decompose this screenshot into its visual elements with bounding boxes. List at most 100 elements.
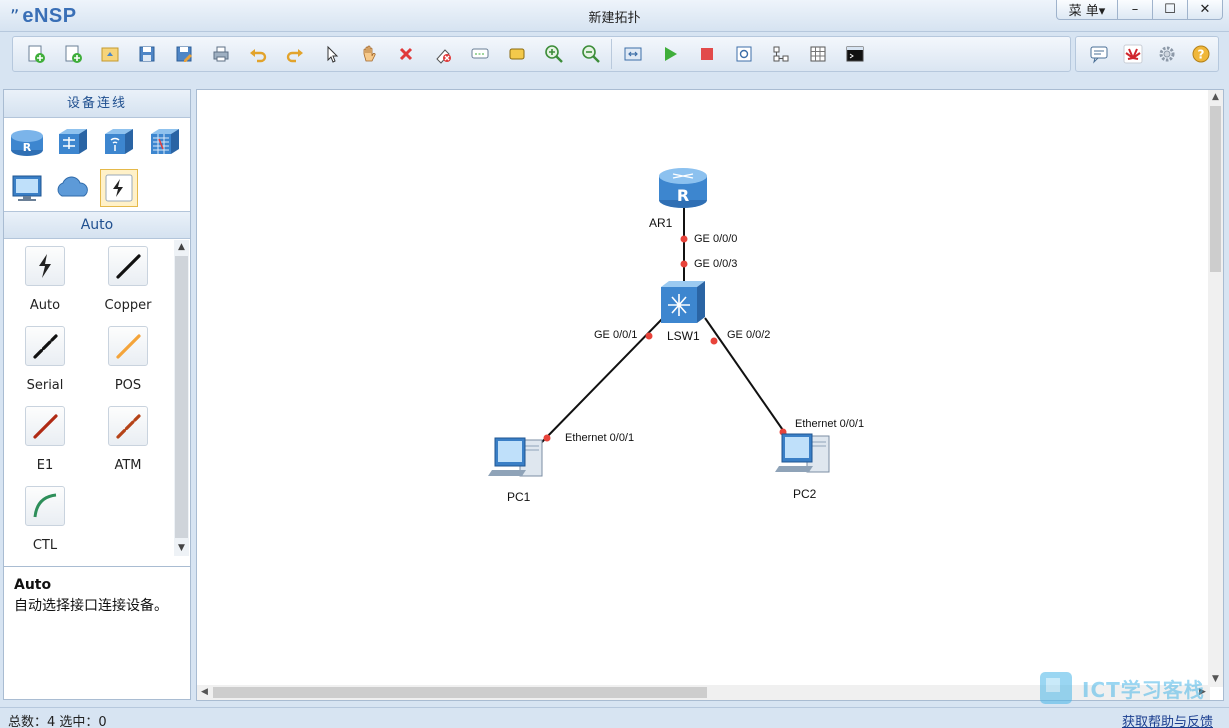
cable-label: CTL	[32, 538, 58, 553]
cable-item-e1[interactable]: E1	[10, 406, 80, 473]
settings-button[interactable]	[1150, 39, 1184, 69]
cable-section-title: Auto	[4, 211, 190, 239]
router-icon: R	[11, 130, 43, 156]
cable-item-atm[interactable]: ATM	[93, 406, 163, 473]
print-icon	[213, 46, 228, 62]
text-note-button[interactable]	[461, 39, 498, 69]
open-button[interactable]	[91, 39, 128, 69]
scroll-up-icon[interactable]: ▲	[174, 240, 189, 255]
zoom-reset-icon	[581, 45, 600, 63]
topology-tool-button[interactable]	[762, 39, 799, 69]
capture-button[interactable]	[725, 39, 762, 69]
pc2-label: PC2	[793, 487, 817, 501]
help-feedback-link[interactable]: 获取帮助与反馈	[1122, 711, 1213, 728]
scroll-down-icon[interactable]: ▼	[1208, 672, 1223, 687]
palette-icon	[509, 48, 524, 60]
ar1-label: AR1	[649, 216, 673, 230]
eraser-icon	[435, 49, 451, 64]
scroll-left-icon[interactable]: ◀	[197, 685, 212, 700]
router-category[interactable]: R	[8, 123, 46, 161]
cloud-category[interactable]	[54, 169, 92, 207]
canvas-vertical-scrollbar[interactable]: ▲ ▼	[1208, 90, 1223, 687]
switch-lsw1[interactable]	[661, 281, 705, 323]
stop-icon	[700, 48, 713, 60]
delete-button[interactable]	[387, 39, 424, 69]
select-button[interactable]	[313, 39, 350, 69]
huawei-logo-icon	[1123, 44, 1143, 64]
help-button[interactable]: ?	[1184, 39, 1218, 69]
topology-canvas[interactable]: R AR1 LSW1 PC1 PC2 GE 0/0/0 GE 0/0/3 GE …	[196, 89, 1224, 701]
cable-item-ctl[interactable]: CTL	[10, 486, 80, 553]
lightning-icon	[105, 174, 133, 202]
connection-category[interactable]	[100, 169, 138, 207]
pc-pc1[interactable]	[488, 437, 543, 477]
router-ar1[interactable]: R	[659, 168, 707, 208]
fit-button[interactable]	[614, 39, 651, 69]
ensp-logo-icon: ˮ	[10, 6, 20, 27]
cable-label: Serial	[26, 378, 64, 393]
new-lab-icon	[65, 45, 82, 63]
undo-icon	[249, 49, 266, 63]
new-lab-button[interactable]	[54, 39, 91, 69]
switch-category[interactable]	[54, 123, 92, 161]
cable-serial-icon	[25, 326, 65, 366]
watermark-text: ICT学习客栈	[1082, 677, 1205, 702]
status-summary: 总数：4 选中：0	[8, 715, 107, 728]
pc-category[interactable]	[8, 169, 46, 207]
new-topology-button[interactable]	[17, 39, 54, 69]
port-dot	[543, 434, 551, 442]
topology-links: R	[488, 168, 830, 477]
firewall-category[interactable]	[146, 123, 184, 161]
undo-button[interactable]	[239, 39, 276, 69]
delete-icon	[399, 47, 412, 61]
watermark-logo-icon	[1040, 672, 1072, 704]
grid-button[interactable]	[799, 39, 836, 69]
console-button[interactable]	[836, 39, 873, 69]
redo-button[interactable]	[276, 39, 313, 69]
main-menu-button[interactable]: 菜 单▾	[1056, 0, 1118, 20]
print-button[interactable]	[202, 39, 239, 69]
save-button[interactable]	[128, 39, 165, 69]
cable-label: ATM	[114, 458, 142, 473]
pan-button[interactable]	[350, 39, 387, 69]
canvas-vscroll-thumb[interactable]	[1210, 106, 1221, 272]
port-label-lsw1-pc2: GE 0/0/2	[727, 329, 771, 341]
cloud-icon	[57, 176, 88, 197]
watermark: ICT学习客栈	[1036, 668, 1205, 708]
wlan-category[interactable]	[100, 123, 138, 161]
port-dot	[710, 337, 718, 345]
palette-button[interactable]	[498, 39, 535, 69]
minimize-button[interactable]: –	[1118, 0, 1153, 20]
canvas-hscroll-thumb[interactable]	[213, 687, 707, 698]
port-label-lsw1-pc1: GE 0/0/1	[594, 329, 638, 341]
start-all-button[interactable]	[651, 39, 688, 69]
cable-item-copper[interactable]: Copper	[93, 246, 163, 313]
cable-item-pos[interactable]: POS	[93, 326, 163, 393]
save-as-button[interactable]	[165, 39, 202, 69]
description-title: Auto	[14, 577, 52, 593]
delete-link-button[interactable]	[424, 39, 461, 69]
stop-all-button[interactable]	[688, 39, 725, 69]
close-button[interactable]: ✕	[1188, 0, 1223, 20]
text-note-icon	[471, 48, 488, 59]
huawei-button[interactable]	[1116, 39, 1150, 69]
cable-auto-icon	[25, 246, 65, 286]
maximize-button[interactable]: ☐	[1153, 0, 1188, 20]
capture-icon	[736, 46, 751, 62]
cable-item-serial[interactable]: Serial	[10, 326, 80, 393]
console-icon	[846, 46, 863, 62]
zoom-in-button[interactable]	[535, 39, 572, 69]
chat-button[interactable]	[1082, 39, 1116, 69]
scroll-down-icon[interactable]: ▼	[174, 541, 189, 556]
device-category-grid: R	[4, 119, 190, 211]
cable-pos-icon	[108, 326, 148, 366]
status-bar: 总数：4 选中：0 获取帮助与反馈	[0, 707, 1229, 728]
cable-list-scrollbar[interactable]: ▲ ▼	[174, 240, 189, 556]
zoom-reset-button[interactable]	[572, 39, 609, 69]
pc-pc2[interactable]	[775, 433, 830, 473]
cable-item-auto[interactable]: Auto	[10, 246, 80, 313]
scroll-up-icon[interactable]: ▲	[1208, 90, 1223, 105]
cable-list-scroll-thumb[interactable]	[175, 256, 188, 538]
svg-text:?: ?	[1198, 48, 1205, 62]
cable-label: POS	[114, 378, 142, 393]
